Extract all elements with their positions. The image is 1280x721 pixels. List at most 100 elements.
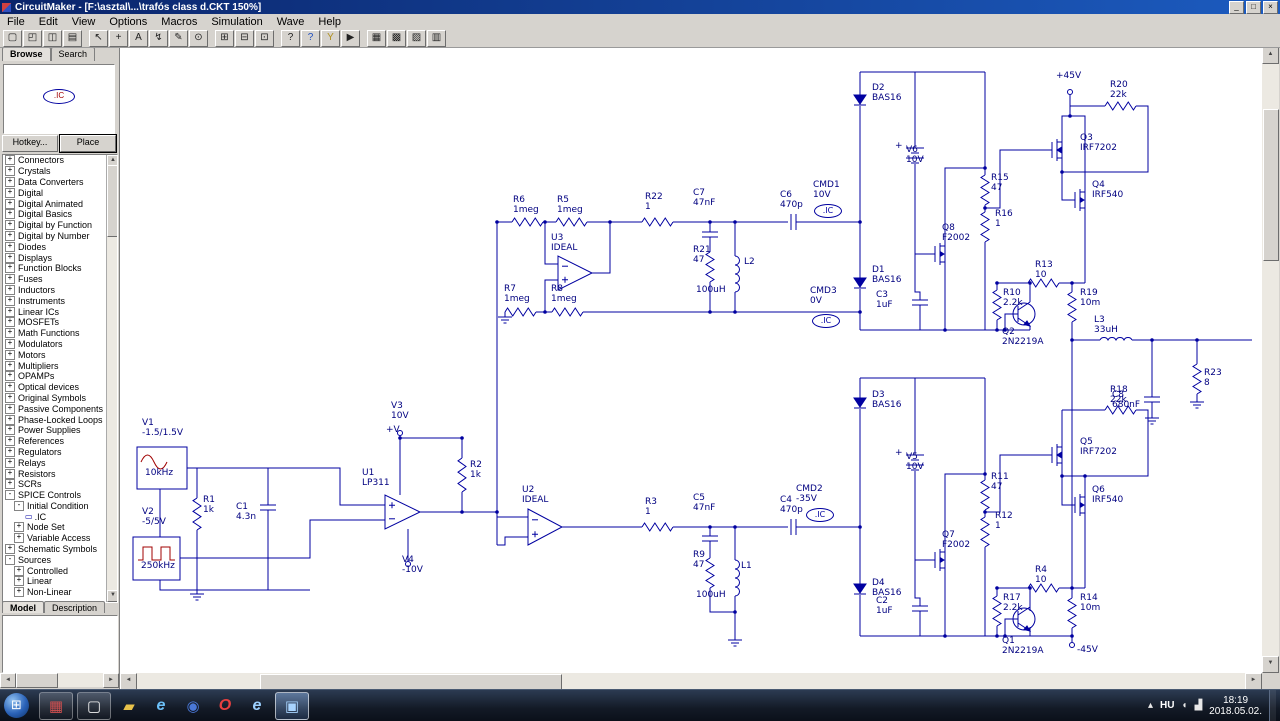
menu-item[interactable]: Macros (154, 16, 204, 28)
tree-expander-icon[interactable]: + (5, 338, 15, 349)
tree-item[interactable]: + Diodes (3, 241, 117, 252)
tree-expander-icon[interactable]: + (14, 587, 24, 598)
tree-item[interactable]: ▭ .IC (3, 511, 117, 522)
tree-expander-icon[interactable]: + (5, 349, 15, 360)
ie-icon[interactable]: e (145, 693, 177, 719)
tree-expander-icon[interactable]: + (5, 371, 15, 382)
browser-tab[interactable]: Browse (2, 47, 51, 61)
probe-y-button[interactable]: Y (321, 29, 340, 47)
mirror-tool[interactable]: ⊟ (235, 29, 254, 47)
tree-item[interactable]: + Digital Basics (3, 209, 117, 220)
digital-grid-a[interactable]: ▦ (367, 29, 386, 47)
tree-expander-icon[interactable]: + (14, 565, 24, 576)
zoom-tool[interactable]: ⊙ (189, 29, 208, 47)
tree-item[interactable]: + Phase-Locked Loops (3, 414, 117, 425)
media-icon[interactable]: ◉ (177, 693, 209, 719)
show-desktop-button[interactable] (1269, 690, 1276, 721)
tree-item[interactable]: + Power Supplies (3, 425, 117, 436)
tree-expander-icon[interactable]: + (14, 533, 24, 544)
wire-tool[interactable]: + (109, 29, 128, 47)
tree-item[interactable]: + Function Blocks (3, 263, 117, 274)
scroll-left-icon[interactable]: ◄ (0, 673, 16, 688)
help-button[interactable]: ? (281, 29, 300, 47)
menu-item[interactable]: File (0, 16, 32, 28)
hotkey-button[interactable]: Hotkey... (2, 135, 58, 152)
tree-expander-icon[interactable]: + (5, 155, 15, 166)
scroll-right-icon[interactable]: ► (1245, 673, 1262, 690)
tree-item[interactable]: + Linear (3, 576, 117, 587)
tree-expander-icon[interactable]: + (5, 328, 15, 339)
task-circuitmaker-doc[interactable]: ▦ (39, 691, 73, 720)
tree-item[interactable]: + MOSFETs (3, 317, 117, 328)
tree-item[interactable]: + Math Functions (3, 328, 117, 339)
tree-item[interactable]: - Sources (3, 554, 117, 565)
digital-grid-d[interactable]: ▥ (427, 29, 446, 47)
taskbar-clock[interactable]: 18:19 2018.05.02. (1209, 695, 1262, 717)
tree-expander-icon[interactable]: + (5, 317, 15, 328)
tree-expander-icon[interactable]: + (5, 468, 15, 479)
tree-expander-icon[interactable]: + (5, 274, 15, 285)
tree-item[interactable]: + Node Set (3, 522, 117, 533)
scroll-up-icon[interactable]: ▲ (1262, 47, 1279, 64)
rotate-tool[interactable]: ⊞ (215, 29, 234, 47)
tree-item[interactable]: + References (3, 436, 117, 447)
junction-tool[interactable]: ⊡ (255, 29, 274, 47)
menu-item[interactable]: Help (311, 16, 348, 28)
tree-expander-icon[interactable]: + (5, 436, 15, 447)
tree-item[interactable]: + Digital (3, 187, 117, 198)
horizontal-scrollbar-thumb[interactable] (260, 673, 562, 690)
tree-item[interactable]: + OPAMPs (3, 371, 117, 382)
tree-expander-icon[interactable]: + (5, 252, 15, 263)
scroll-down-icon[interactable]: ▼ (1262, 656, 1279, 673)
tree-expander-icon[interactable]: + (5, 479, 15, 490)
explorer-icon[interactable]: ▰ (113, 693, 145, 719)
tree-expander-icon[interactable]: + (14, 522, 24, 533)
tree-item[interactable]: + Regulators (3, 446, 117, 458)
tree-expander-icon[interactable]: + (5, 392, 15, 403)
vertical-scrollbar-thumb[interactable] (1263, 109, 1279, 261)
menu-item[interactable]: Simulation (204, 16, 269, 28)
browser-icon[interactable]: e (241, 693, 273, 719)
tree-item[interactable]: + Digital by Function (3, 220, 117, 231)
open-button[interactable]: ◰ (23, 29, 42, 47)
probe-tool[interactable]: ↯ (149, 29, 168, 47)
digital-grid-c[interactable]: ▨ (407, 29, 426, 47)
tree-expander-icon[interactable]: + (5, 220, 15, 231)
tree-item[interactable]: + Variable Access (3, 533, 117, 544)
tree-item[interactable]: + Connectors (3, 155, 117, 166)
digital-grid-b[interactable]: ▩ (387, 29, 406, 47)
horizontal-scrollbar[interactable]: ◄ ► (120, 673, 1262, 690)
tree-item[interactable]: + Non-Linear (3, 587, 117, 598)
tree-expander-icon[interactable]: + (5, 403, 15, 414)
tree-expander-icon[interactable]: + (5, 241, 15, 252)
tree-item[interactable]: + Passive Components (3, 403, 117, 414)
menu-item[interactable]: Edit (32, 16, 65, 28)
tree-item[interactable]: + Displays (3, 252, 117, 263)
tree-item[interactable]: + Modulators (3, 338, 117, 350)
tree-item[interactable]: + Controlled (3, 565, 117, 576)
tree-item[interactable]: + SCRs (3, 479, 117, 490)
task-circuitmaker-active[interactable]: ▣ (275, 691, 309, 720)
tree-expander-icon[interactable]: - (5, 554, 15, 565)
browser-tab[interactable]: Search (50, 47, 96, 61)
tree-expander-icon[interactable]: + (5, 209, 15, 220)
maximize-button[interactable]: □ (1246, 0, 1261, 14)
hidden-icons-chevron[interactable]: ▴ (1148, 700, 1153, 711)
scroll-right-icon[interactable]: ► (103, 673, 119, 688)
vertical-scrollbar[interactable]: ▲ ▼ (1262, 47, 1279, 673)
tree-item[interactable]: + Inductors (3, 284, 117, 296)
minimize-button[interactable]: _ (1229, 0, 1244, 14)
scroll-left-icon[interactable]: ◄ (120, 673, 137, 690)
tree-expander-icon[interactable]: + (5, 198, 15, 209)
tree-expander-icon[interactable]: + (5, 230, 15, 241)
close-button[interactable]: × (1263, 0, 1278, 14)
task-notepad[interactable]: ▢ (77, 691, 111, 720)
tree-item[interactable]: + Resistors (3, 468, 117, 479)
tree-expander-icon[interactable]: + (14, 576, 24, 587)
opera-icon[interactable]: O (209, 693, 241, 719)
tree-item[interactable]: + Digital Animated (3, 198, 117, 209)
model-tab[interactable]: Model (2, 601, 44, 613)
text-tool[interactable]: A (129, 29, 148, 47)
tree-expander-icon[interactable]: - (14, 500, 24, 511)
tree-item[interactable]: + Optical devices (3, 382, 117, 393)
